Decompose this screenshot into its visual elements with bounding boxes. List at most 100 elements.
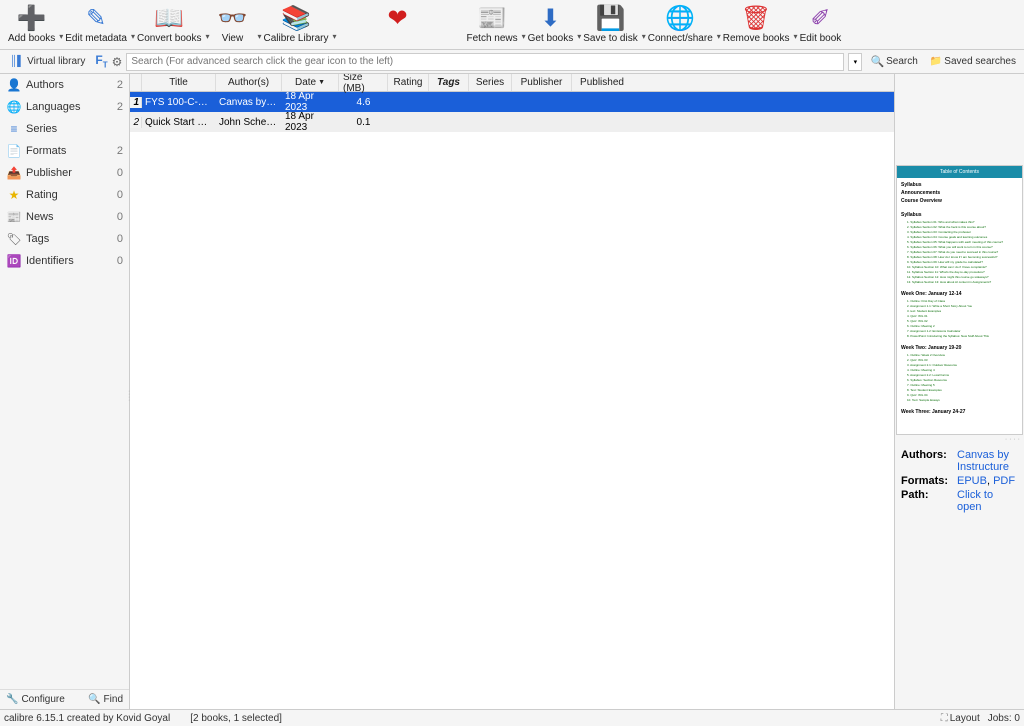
sidebar-item-count: 0 xyxy=(117,233,123,245)
connect-share-icon: 🌐 xyxy=(666,4,694,32)
col-date[interactable]: Date▼ xyxy=(282,74,339,91)
sidebar-item-rating[interactable]: ★Rating0 xyxy=(0,184,129,206)
saved-searches-button[interactable]: 📁 Saved searches xyxy=(926,56,1020,67)
search-bar: ║▌ Virtual library FT ⚙ ▾ 🔍 Search 📁 Sav… xyxy=(0,50,1024,74)
authors-link[interactable]: Canvas by Instructure xyxy=(957,449,1009,473)
col-publisher[interactable]: Publisher xyxy=(512,74,572,91)
format-epub-link[interactable]: EPUB xyxy=(957,475,987,487)
sort-indicator-icon: ▼ xyxy=(318,79,325,86)
add-books-button[interactable]: ➕Add books▾ xyxy=(4,2,59,46)
table-row[interactable]: 1FYS 100-C-Firs...Canvas by Ins...18 Apr… xyxy=(130,92,894,112)
col-authors[interactable]: Author(s) xyxy=(216,74,282,91)
calibre-library-label: Calibre Library xyxy=(263,33,328,44)
book-details-panel: Table of ContentsSyllabusAnnouncementsCo… xyxy=(894,74,1024,709)
fulltext-icon[interactable]: FT xyxy=(95,53,107,69)
edit-metadata-icon: ✎ xyxy=(82,4,110,32)
remove-books-button[interactable]: 🗑Remove books▾ xyxy=(719,2,794,46)
get-books-label: Get books xyxy=(528,33,574,44)
edit-book-button[interactable]: ✐Edit book xyxy=(795,2,845,46)
cell-date: 18 Apr 2023 xyxy=(282,91,339,113)
path-link[interactable]: Click to open xyxy=(957,489,993,513)
calibre-library-button[interactable]: 📚Calibre Library▾ xyxy=(259,2,332,46)
identifiers-icon: 🆔 xyxy=(6,254,22,268)
sidebar-item-count: 2 xyxy=(117,79,123,91)
virtual-library-button[interactable]: ║▌ Virtual library xyxy=(4,52,91,72)
cell-authors: Canvas by Ins... xyxy=(216,97,282,108)
connect-share-button[interactable]: 🌐Connect/share▾ xyxy=(644,2,717,46)
save-to-disk-label: Save to disk xyxy=(583,33,637,44)
sidebar-item-count: 0 xyxy=(117,189,123,201)
gear-icon[interactable]: ⚙ xyxy=(112,55,123,69)
languages-icon: 🌐 xyxy=(6,100,22,114)
row-number: 1 xyxy=(130,97,142,108)
sidebar-item-count: 0 xyxy=(117,255,123,267)
edit-metadata-label: Edit metadata xyxy=(65,33,127,44)
tags-icon: 🏷 xyxy=(6,232,22,246)
col-size[interactable]: Size (MB) xyxy=(339,74,388,91)
add-books-label: Add books xyxy=(8,33,55,44)
sidebar-item-identifiers[interactable]: 🆔Identifiers0 xyxy=(0,250,129,272)
sidebar-item-languages[interactable]: 🌐 Languages2 xyxy=(0,96,129,118)
format-pdf-link[interactable]: PDF xyxy=(993,475,1015,487)
configure-button[interactable]: 🔧Configure xyxy=(6,694,65,705)
sidebar-item-tags[interactable]: 🏷Tags0 xyxy=(0,228,129,250)
wrench-icon: 🔧 xyxy=(6,694,18,705)
sidebar-item-publisher[interactable]: 📤Publisher0 xyxy=(0,162,129,184)
jobs-button[interactable]: Jobs: 0 xyxy=(988,713,1020,724)
sidebar-item-label: Rating xyxy=(26,189,117,201)
col-rating[interactable]: Rating xyxy=(388,74,429,91)
sidebar-item-label: News xyxy=(26,211,117,223)
remove-books-label: Remove books xyxy=(723,33,790,44)
books-icon: ║▌ xyxy=(10,56,24,67)
view-button[interactable]: 👓View▾ xyxy=(207,2,257,46)
col-title[interactable]: Title xyxy=(142,74,216,91)
donate-button[interactable]: ❤ xyxy=(373,2,423,34)
formats-icon: 📄 xyxy=(6,144,22,158)
edit-book-icon: ✐ xyxy=(806,4,834,32)
series-icon: ≡ xyxy=(6,122,22,136)
find-button[interactable]: 🔍Find xyxy=(88,694,123,705)
donate-icon: ❤ xyxy=(384,4,412,32)
edit-metadata-button[interactable]: ✎Edit metadata▾ xyxy=(61,2,131,46)
col-series[interactable]: Series xyxy=(469,74,512,91)
cover-preview[interactable]: Table of ContentsSyllabusAnnouncementsCo… xyxy=(896,165,1023,435)
search-dropdown[interactable]: ▾ xyxy=(848,53,862,71)
connect-share-label: Connect/share xyxy=(648,33,713,44)
get-books-icon: ⬇ xyxy=(536,4,564,32)
col-tags[interactable]: Tags xyxy=(429,74,469,91)
layout-icon: ⛶ xyxy=(941,713,948,724)
splitter-handle[interactable]: · · · · xyxy=(895,436,1024,443)
sidebar-item-count: 2 xyxy=(117,101,123,113)
cell-authors: John Schember xyxy=(216,117,282,128)
sidebar-item-formats[interactable]: 📄Formats2 xyxy=(0,140,129,162)
layout-button[interactable]: ⛶Layout xyxy=(941,713,980,724)
save-to-disk-icon: 💾 xyxy=(596,4,624,32)
news-icon: 📰 xyxy=(6,210,22,224)
sidebar-item-label: Languages xyxy=(26,101,117,113)
convert-books-icon: 📖 xyxy=(155,4,183,32)
search-input[interactable] xyxy=(126,53,844,71)
search-icon: 🔍 xyxy=(870,55,884,68)
search-button[interactable]: 🔍 Search xyxy=(866,55,921,68)
remove-books-icon: 🗑 xyxy=(742,4,770,32)
convert-books-button[interactable]: 📖Convert books▾ xyxy=(133,2,205,46)
saved-searches-label: Saved searches xyxy=(944,56,1016,67)
view-label: View xyxy=(222,33,244,44)
book-details: Authors: Canvas by Instructure Formats: … xyxy=(895,443,1024,521)
col-number[interactable] xyxy=(130,74,142,91)
save-to-disk-button[interactable]: 💾Save to disk▾ xyxy=(579,2,641,46)
sidebar-item-authors[interactable]: 👤Authors2 xyxy=(0,74,129,96)
sidebar-item-series[interactable]: ≡Series xyxy=(0,118,129,140)
cell-size: 4.6 xyxy=(339,97,388,108)
sidebar-item-news[interactable]: 📰News0 xyxy=(0,206,129,228)
cell-date: 18 Apr 2023 xyxy=(282,111,339,133)
fetch-news-button[interactable]: 📰Fetch news▾ xyxy=(463,2,522,46)
get-books-button[interactable]: ⬇Get books▾ xyxy=(524,2,578,46)
authors-icon: 👤 xyxy=(6,78,22,92)
sidebar-item-label: Publisher xyxy=(26,167,117,179)
col-published[interactable]: Published xyxy=(572,74,632,91)
sidebar-item-count: 2 xyxy=(117,145,123,157)
main-toolbar: ➕Add books▾✎Edit metadata▾📖Convert books… xyxy=(0,0,1024,50)
table-row[interactable]: 2Quick Start GuideJohn Schember18 Apr 20… xyxy=(130,112,894,132)
folder-icon: 📁 xyxy=(930,56,942,67)
